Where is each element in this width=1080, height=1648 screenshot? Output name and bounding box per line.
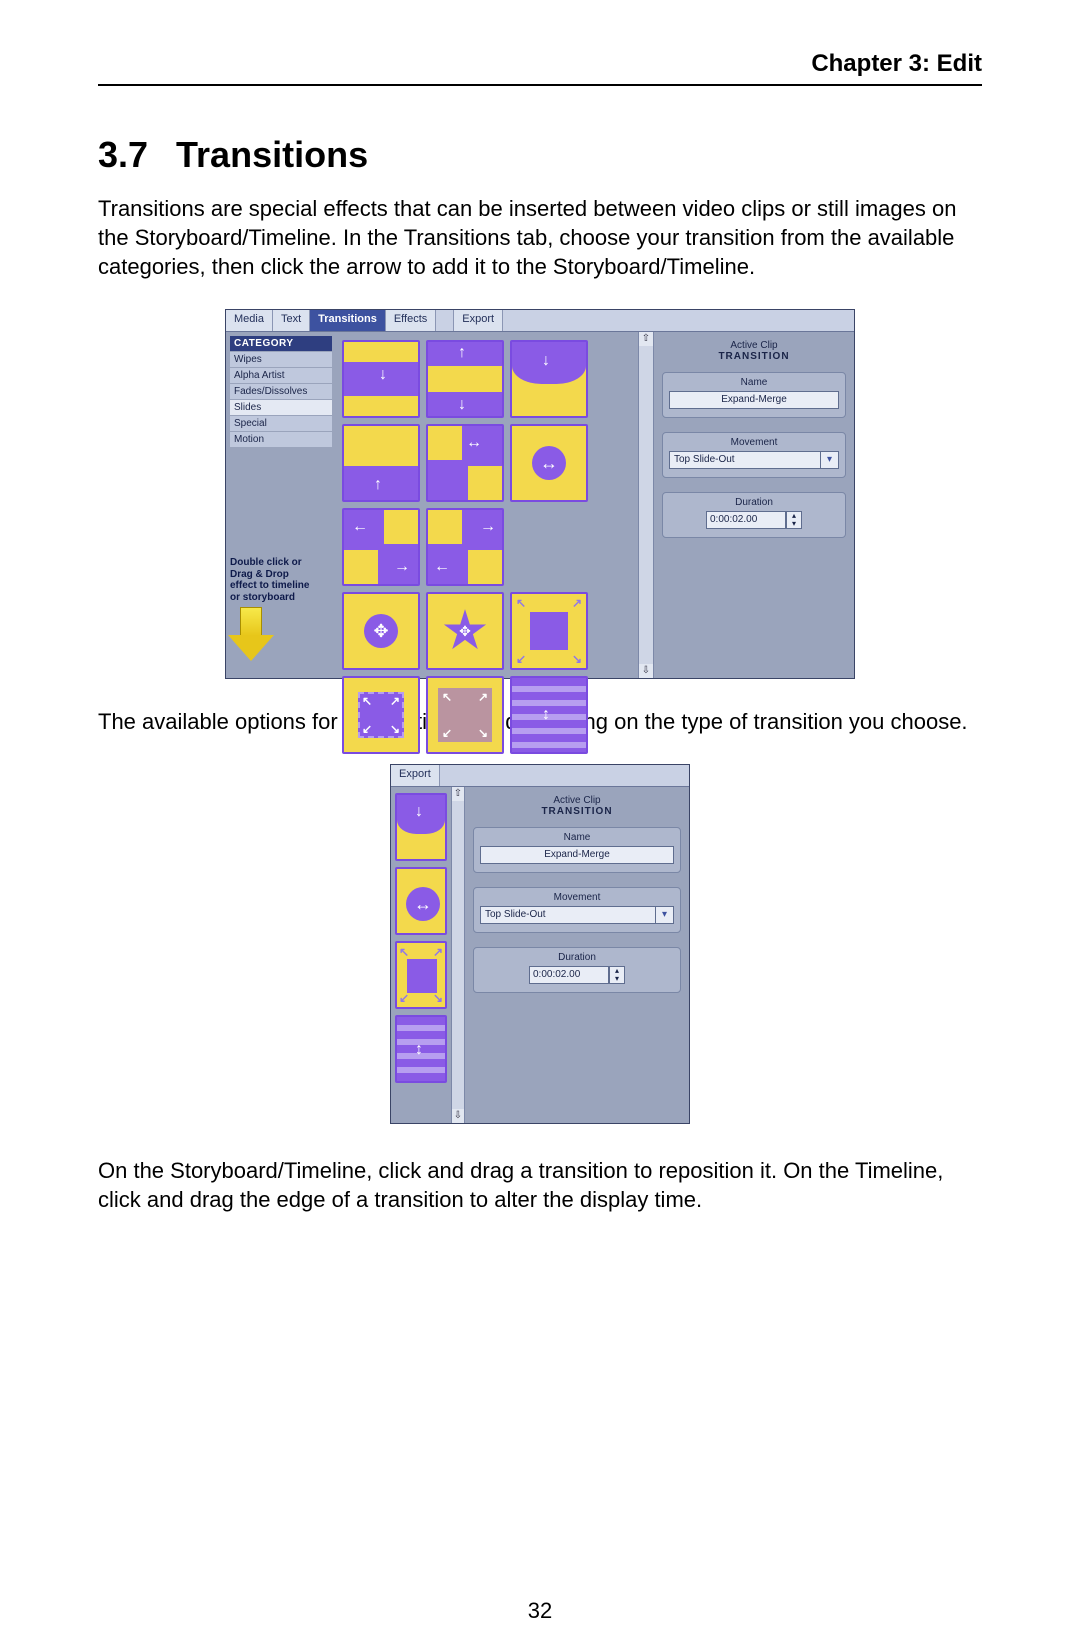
transition-thumb[interactable]: ↖↗ ↙↘ — [426, 676, 504, 754]
transition-thumb[interactable]: → ← — [426, 508, 504, 586]
chevron-down-icon[interactable]: ▾ — [655, 907, 673, 923]
paragraph-1: Transitions are special effects that can… — [98, 194, 982, 281]
duration-spinner-2[interactable]: 0:00:02.00 ▴▾ — [480, 966, 674, 984]
spinner-buttons-2[interactable]: ▴▾ — [609, 966, 625, 984]
name-group: Name Expand-Merge — [662, 372, 846, 418]
section-number: 3.7 — [98, 134, 148, 176]
transition-thumb[interactable]: ✥ — [426, 592, 504, 670]
name-field-2[interactable]: Expand-Merge — [480, 846, 674, 864]
tab-transitions[interactable]: Transitions — [310, 310, 386, 331]
screenshot-settings-detail: Export ↓ ↔ ↖↗ ↙↘ ↕ ⇧ ⇩ Active Cl — [390, 764, 690, 1124]
transition-thumb[interactable]: ✥ — [342, 592, 420, 670]
category-header: CATEGORY — [230, 336, 332, 351]
scroll-down-icon[interactable]: ⇩ — [452, 1109, 464, 1123]
transition-thumb[interactable]: ↓ — [510, 340, 588, 418]
movement-value-2: Top Slide-Out — [481, 907, 655, 923]
category-wipes[interactable]: Wipes — [230, 351, 332, 367]
name-field[interactable]: Expand-Merge — [669, 391, 839, 409]
movement-label: Movement — [669, 437, 839, 448]
category-special[interactable]: Special — [230, 415, 332, 431]
scroll-up-icon[interactable]: ⇧ — [452, 787, 464, 801]
transition-thumb[interactable]: ↖↗ ↙↘ — [395, 941, 447, 1009]
tab-text[interactable]: Text — [273, 310, 310, 331]
transition-thumb[interactable]: ↑ ↓ — [426, 340, 504, 418]
transition-thumb[interactable]: ↖↗ ↙↘ — [510, 592, 588, 670]
duration-group: Duration 0:00:02.00 ▴▾ — [662, 492, 846, 538]
drag-drop-hint: Double click or Drag & Drop effect to ti… — [230, 557, 332, 603]
tab-export[interactable]: Export — [454, 310, 503, 331]
category-motion[interactable]: Motion — [230, 431, 332, 447]
transition-thumb[interactable]: ↔ — [426, 424, 504, 502]
duration-label: Duration — [669, 497, 839, 508]
settings-panel-2: Active Clip TRANSITION Name Expand-Merge… — [465, 787, 689, 1123]
strip-scrollbar[interactable]: ⇧ ⇩ — [451, 787, 465, 1123]
movement-value: Top Slide-Out — [670, 452, 820, 468]
transition-thumb[interactable]: ↖↗ ↙↘ — [342, 676, 420, 754]
name-group-2: Name Expand-Merge — [473, 827, 681, 873]
tab-row: Media Text Transitions Effects Export — [226, 310, 854, 332]
chapter-header: Chapter 3: Edit — [98, 50, 982, 86]
paragraph-3: On the Storyboard/Timeline, click and dr… — [98, 1156, 982, 1214]
category-column: CATEGORY Wipes Alpha Artist Fades/Dissol… — [226, 332, 336, 678]
transition-thumb[interactable]: ↓ — [395, 793, 447, 861]
transition-thumb[interactable]: ← → — [342, 508, 420, 586]
chevron-down-icon[interactable]: ▾ — [820, 452, 838, 468]
category-fades-dissolves[interactable]: Fades/Dissolves — [230, 383, 332, 399]
thumb-strip: ↓ ↔ ↖↗ ↙↘ ↕ — [391, 787, 451, 1123]
tab-export-2[interactable]: Export — [391, 765, 440, 786]
transition-thumb[interactable]: ↔ — [395, 867, 447, 935]
movement-label-2: Movement — [480, 892, 674, 903]
active-clip-label: Active Clip — [662, 340, 846, 351]
duration-label-2: Duration — [480, 952, 674, 963]
page-number: 32 — [0, 1598, 1080, 1624]
tab-row-2: Export — [391, 765, 689, 787]
settings-panel: Active Clip TRANSITION Name Expand-Merge… — [654, 332, 854, 678]
duration-group-2: Duration 0:00:02.00 ▴▾ — [473, 947, 681, 993]
section-name: Transitions — [176, 134, 368, 175]
section-title: 3.7 Transitions — [98, 134, 982, 176]
category-alpha-artist[interactable]: Alpha Artist — [230, 367, 332, 383]
transition-thumb[interactable]: ↕ — [510, 676, 588, 754]
active-clip-label-2: Active Clip — [473, 795, 681, 806]
movement-group-2: Movement Top Slide-Out ▾ — [473, 887, 681, 933]
transition-thumb[interactable]: ↔ — [510, 424, 588, 502]
transition-thumb[interactable]: ↕ — [395, 1015, 447, 1083]
screenshot-transitions-panel: Media Text Transitions Effects Export CA… — [225, 309, 855, 679]
tab-fill — [503, 310, 854, 331]
duration-spinner[interactable]: 0:00:02.00 ▴▾ — [669, 511, 839, 529]
tab-gap — [436, 310, 454, 331]
category-slides[interactable]: Slides — [230, 399, 332, 415]
movement-group: Movement Top Slide-Out ▾ — [662, 432, 846, 478]
big-arrow-icon — [230, 607, 272, 663]
transition-thumb[interactable]: ↑ — [342, 424, 420, 502]
transition-thumb[interactable]: ↓ — [342, 340, 420, 418]
tab-effects[interactable]: Effects — [386, 310, 436, 331]
spinner-buttons[interactable]: ▴▾ — [786, 511, 802, 529]
tab-media[interactable]: Media — [226, 310, 273, 331]
transition-grid: ↓ ↑ ↓ ↓ ↑ ↔ ↔ — [336, 332, 638, 678]
movement-select-2[interactable]: Top Slide-Out ▾ — [480, 906, 674, 924]
duration-value[interactable]: 0:00:02.00 — [706, 511, 786, 529]
duration-value-2[interactable]: 0:00:02.00 — [529, 966, 609, 984]
transition-label-2: TRANSITION — [473, 806, 681, 817]
movement-select[interactable]: Top Slide-Out ▾ — [669, 451, 839, 469]
scroll-up-icon[interactable]: ⇧ — [639, 332, 653, 346]
name-label-2: Name — [480, 832, 674, 843]
scroll-down-icon[interactable]: ⇩ — [639, 664, 653, 678]
grid-scrollbar[interactable]: ⇧ ⇩ — [638, 332, 654, 678]
transition-label: TRANSITION — [662, 351, 846, 362]
name-label: Name — [669, 377, 839, 388]
